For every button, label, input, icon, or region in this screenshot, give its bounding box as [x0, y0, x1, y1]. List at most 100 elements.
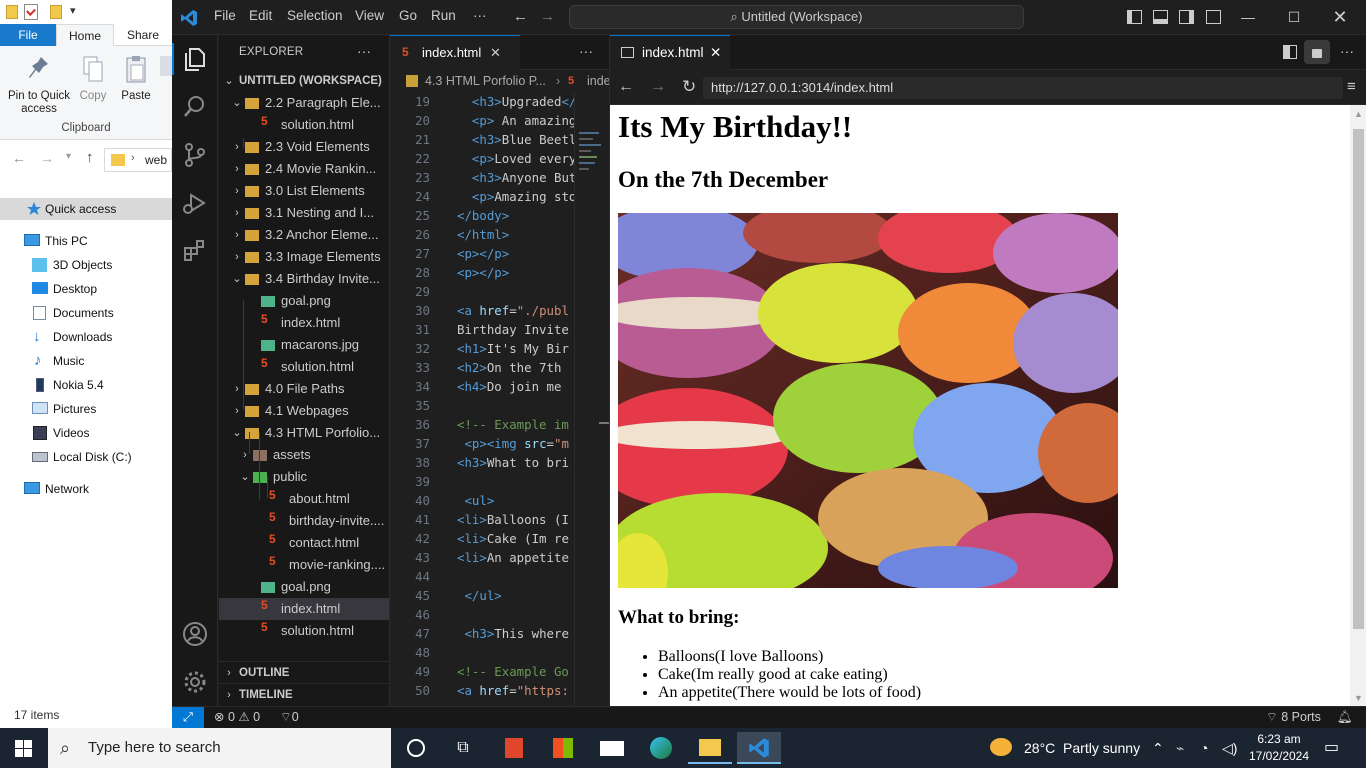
hamburger-menu-icon[interactable]: ≡: [1347, 78, 1356, 95]
notifications-icon[interactable]: ▭: [1324, 728, 1339, 768]
new-folder-icon[interactable]: [50, 5, 62, 19]
tree-item[interactable]: › 3.1 Nesting and I...: [219, 202, 389, 224]
tree-item[interactable]: › 3.0 List Elements: [219, 180, 389, 202]
menu-view[interactable]: View: [355, 8, 384, 23]
tree-item[interactable]: › 4.1 Webpages: [219, 400, 389, 422]
tree-item[interactable]: goal.png: [219, 290, 389, 312]
tree-item[interactable]: 5 index.html: [219, 312, 389, 334]
workspace-header[interactable]: ⌄ UNTITLED (WORKSPACE): [219, 70, 389, 92]
remote-window-icon[interactable]: ⤢: [172, 707, 204, 728]
run-debug-icon[interactable]: [182, 190, 208, 216]
tree-item[interactable]: 5 about.html: [219, 488, 389, 510]
show-hidden-icons-icon[interactable]: ⌃: [1152, 728, 1164, 768]
tree-item[interactable]: 5 contact.html: [219, 532, 389, 554]
tree-item[interactable]: 5 movie-ranking....: [219, 554, 389, 576]
forwarded-ports[interactable]: ⌔ 8 Ports: [1266, 707, 1321, 728]
tree-item[interactable]: › 2.3 Void Elements: [219, 136, 389, 158]
toggle-secondary-sidebar-icon[interactable]: [1179, 10, 1194, 24]
back-arrow-icon[interactable]: ←: [618, 78, 634, 96]
folder-icon[interactable]: [6, 5, 18, 19]
tree-item[interactable]: 5 solution.html: [219, 620, 389, 642]
cut-icon[interactable]: [160, 56, 172, 76]
toggle-panel-icon[interactable]: [1153, 10, 1168, 24]
qat-dropdown-icon[interactable]: ▾: [70, 4, 76, 17]
tree-item[interactable]: › assets: [219, 444, 389, 466]
breadcrumb-folder[interactable]: 4.3 HTML Porfolio P...: [425, 70, 546, 92]
menu-edit[interactable]: Edit: [249, 8, 272, 23]
editor-more-actions-icon[interactable]: ···: [579, 43, 593, 59]
customize-layout-icon[interactable]: [1206, 10, 1221, 24]
split-editor-icon[interactable]: [1283, 45, 1297, 59]
tab-home[interactable]: Home: [56, 24, 114, 46]
problems-indicator[interactable]: ⊗ 0 ⚠ 0: [214, 707, 260, 728]
nav-back-arrow-icon[interactable]: ←: [513, 8, 528, 25]
tree-item[interactable]: › 3.3 Image Elements: [219, 246, 389, 268]
minimize-button[interactable]: —: [1225, 0, 1271, 35]
nav-3d-objects[interactable]: 3D Objects: [0, 254, 172, 276]
volume-icon[interactable]: ◁): [1222, 728, 1237, 768]
tree-item[interactable]: ⌄ public: [219, 466, 389, 488]
pin-quick-access-button[interactable]: Pin to Quick access: [4, 54, 74, 116]
nav-quick-access[interactable]: Quick access: [0, 198, 172, 220]
paste-button[interactable]: Paste: [116, 54, 156, 103]
breadcrumb-file[interactable]: inde: [587, 70, 609, 92]
cortana-icon[interactable]: [394, 732, 438, 764]
store-icon[interactable]: [541, 732, 585, 764]
tree-item[interactable]: goal.png: [219, 576, 389, 598]
maximize-button[interactable]: ☐: [1271, 0, 1317, 35]
ports-indicator[interactable]: ⌔0: [280, 707, 299, 728]
windows-start-icon[interactable]: [15, 740, 32, 757]
tree-item[interactable]: 5 solution.html: [219, 114, 389, 136]
tree-item[interactable]: 5 birthday-invite....: [219, 510, 389, 532]
scrollbar-thumb[interactable]: [1353, 129, 1364, 629]
page-scrollbar[interactable]: ▲ ▼: [1350, 105, 1366, 706]
vscode-taskbar-icon[interactable]: [737, 732, 781, 764]
recent-dropdown-icon[interactable]: ▾: [66, 151, 71, 162]
reload-icon[interactable]: ↻: [682, 77, 696, 97]
back-arrow-icon[interactable]: ←: [12, 150, 26, 166]
more-actions-icon[interactable]: ···: [357, 43, 371, 59]
menu-file[interactable]: File: [214, 8, 236, 23]
network-icon[interactable]: ⌁: [1176, 728, 1184, 768]
tree-item[interactable]: 5 solution.html: [219, 356, 389, 378]
tree-item[interactable]: ⌄ 3.4 Birthday Invite...: [219, 268, 389, 290]
scroll-up-icon[interactable]: ▲: [1354, 109, 1363, 119]
url-field[interactable]: http://127.0.0.1:3014/index.html: [703, 77, 1343, 99]
extensions-icon[interactable]: [182, 238, 208, 264]
weather-icon[interactable]: [990, 738, 1012, 756]
nav-nokia[interactable]: Nokia 5.4: [0, 374, 172, 396]
menu-selection[interactable]: Selection: [287, 8, 343, 23]
wifi-icon[interactable]: ◔: [1200, 728, 1208, 768]
tab-share[interactable]: Share: [118, 24, 168, 46]
clock[interactable]: 6:23 am 17/02/2024: [1248, 731, 1310, 765]
menu-go[interactable]: Go: [399, 8, 417, 23]
preview-more-actions-icon[interactable]: ···: [1340, 43, 1354, 59]
nav-forward-arrow-icon[interactable]: →: [540, 8, 555, 25]
tree-item[interactable]: 5 index.html: [219, 598, 389, 620]
edge-icon[interactable]: [639, 732, 683, 764]
command-center[interactable]: ⌕ Untitled (Workspace): [569, 5, 1024, 29]
outline-section[interactable]: › OUTLINE: [219, 662, 389, 684]
nav-local-disk[interactable]: Local Disk (C:): [0, 446, 172, 468]
close-button[interactable]: ✕: [1317, 0, 1363, 35]
close-tab-icon[interactable]: ✕: [490, 36, 501, 69]
nav-this-pc[interactable]: This PC: [0, 230, 172, 252]
nav-downloads[interactable]: ↓ Downloads: [0, 326, 172, 348]
notifications-bell-icon[interactable]: 🔔︎: [1337, 707, 1353, 728]
tree-item[interactable]: › 2.4 Movie Rankin...: [219, 158, 389, 180]
tree-item[interactable]: › 4.0 File Paths: [219, 378, 389, 400]
tree-item[interactable]: › 3.2 Anchor Eleme...: [219, 224, 389, 246]
taskbar-search-box[interactable]: ⌕ Type here to search: [48, 728, 391, 768]
nav-pictures[interactable]: Pictures: [0, 398, 172, 420]
office-icon[interactable]: [492, 732, 536, 764]
explorer-files-icon[interactable]: [182, 46, 208, 72]
menu-more[interactable]: ···: [473, 8, 487, 23]
forward-arrow-icon[interactable]: →: [40, 150, 54, 166]
close-tab-icon[interactable]: ✕: [710, 36, 721, 69]
preview-tab[interactable]: index.html ✕: [610, 35, 730, 70]
timeline-section[interactable]: › TIMELINE: [219, 684, 389, 706]
path-box[interactable]: › web: [104, 148, 172, 172]
toggle-sidebar-icon[interactable]: [1127, 10, 1142, 24]
nav-videos[interactable]: Videos: [0, 422, 172, 444]
nav-music[interactable]: ♪ Music: [0, 350, 172, 372]
